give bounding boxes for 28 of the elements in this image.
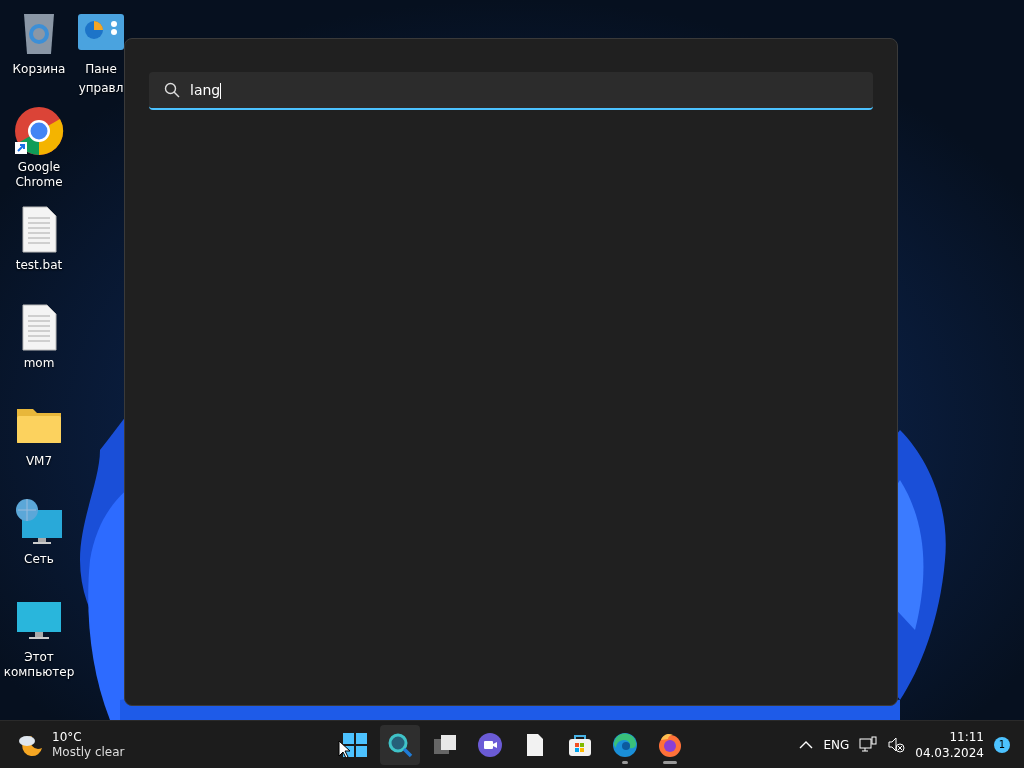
chrome-icon [14,106,64,156]
icon-label: test.bat [14,258,64,273]
edge-browser-icon [611,731,638,758]
taskbar-app-button[interactable] [379,724,420,765]
icon-label: Сеть [23,552,55,567]
icon-label: mom [22,356,56,371]
search-icon [164,82,180,98]
clock-time[interactable]: 11:11 [949,728,984,745]
weather-condition: Mostly clear [52,744,125,760]
language-indicator[interactable]: ENG [823,737,850,752]
notification-badge[interactable]: 1 [994,736,1010,753]
icon-label: Этот компьютер [2,650,76,680]
mouse-cursor-icon [338,740,350,759]
icon-label: Корзина [11,62,67,77]
search-field[interactable]: lang [149,72,873,110]
video-chat-icon [476,731,503,758]
search-icon [386,731,413,758]
icon-label: Пане [85,62,117,77]
muted-speaker-icon[interactable] [887,735,906,754]
network-icon[interactable] [859,735,878,754]
clock-date[interactable]: 04.03.2024 [915,744,984,761]
icon-label: Google Chrome [14,160,64,190]
chevron-up-icon[interactable] [799,739,814,750]
icon-label: управл [78,81,124,96]
firefox-icon [656,731,683,758]
windows-logo-icon [341,731,368,758]
temperature: 10°C [52,729,83,745]
icon-label: VM7 [24,454,54,469]
